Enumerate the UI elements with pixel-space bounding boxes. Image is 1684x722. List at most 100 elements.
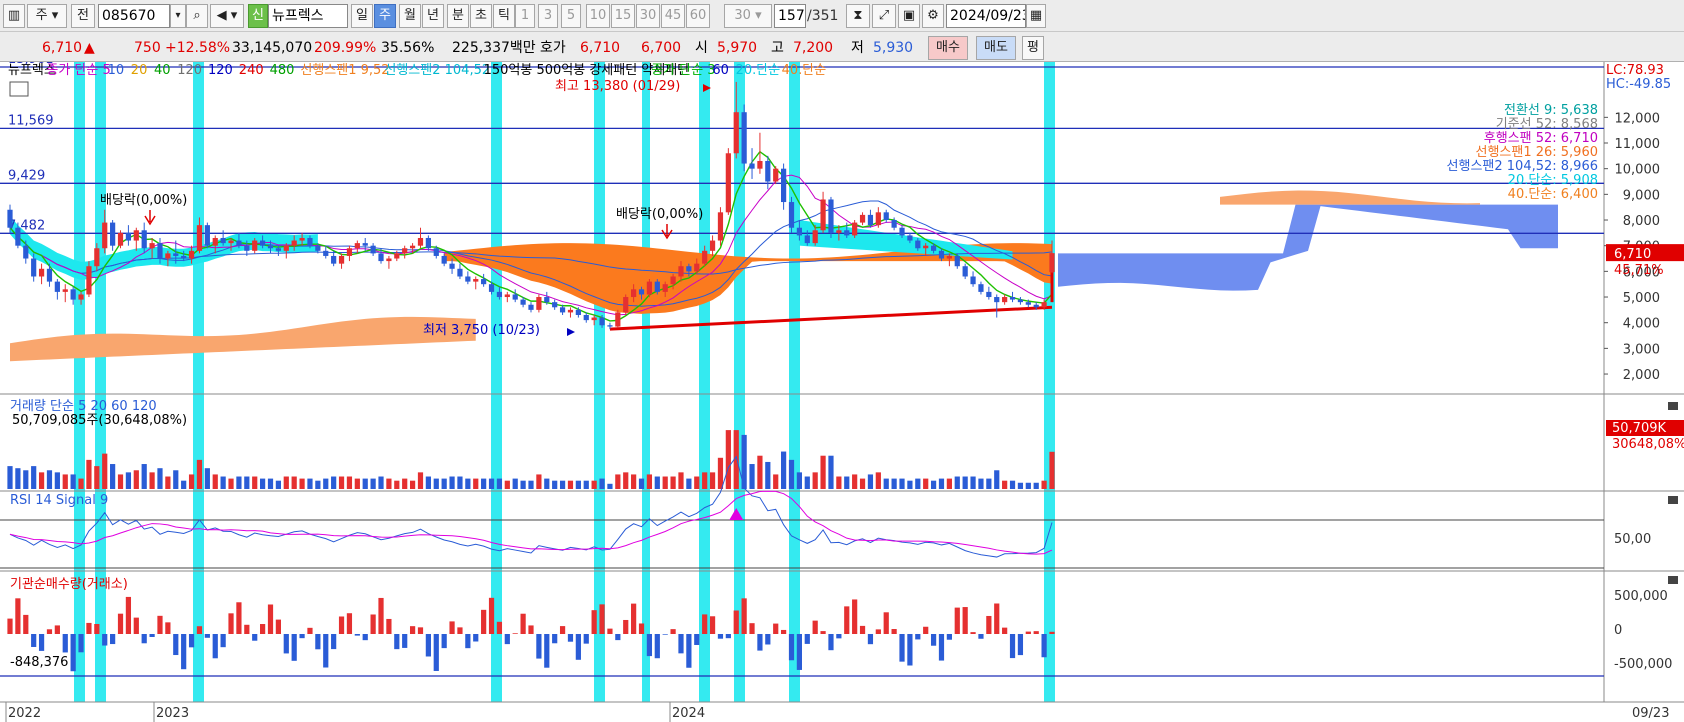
candle-body	[828, 199, 834, 233]
panel-close-icon[interactable]	[1668, 496, 1678, 504]
period-type-select[interactable]: 주 ▾	[27, 4, 67, 28]
stock-code-input[interactable]: 085670	[98, 4, 170, 28]
candle-body	[7, 209, 13, 228]
inst-bar	[749, 623, 755, 634]
count-input[interactable]: 157	[774, 4, 806, 28]
y-tick-label: 5,000	[1623, 291, 1660, 306]
volume-bar	[512, 478, 518, 489]
volume-bar	[46, 470, 53, 489]
period-tab-6[interactable]: 틱	[493, 4, 515, 28]
inst-bar	[899, 634, 905, 662]
save-icon[interactable]: ▣	[898, 4, 920, 28]
candle-body	[528, 304, 534, 310]
volume-bar	[7, 466, 13, 489]
inst-bar	[986, 615, 992, 634]
code-dropdown-icon[interactable]: ▾	[170, 4, 186, 28]
sell-button[interactable]: 매도	[976, 36, 1016, 60]
candle-body	[788, 202, 795, 228]
gear-icon[interactable]: ⚙	[922, 4, 944, 28]
inst-bar	[1025, 631, 1031, 634]
right-value-label: 후행스팬 52: 6,710	[1484, 130, 1598, 146]
period-tab-4[interactable]: 분	[447, 4, 469, 28]
highlight-band	[699, 62, 710, 702]
candle-body	[204, 225, 210, 246]
inst-bar	[449, 621, 455, 634]
interval-button-7[interactable]: 60	[686, 4, 710, 28]
inst-bar	[583, 634, 589, 644]
candle-body	[125, 232, 132, 241]
price-legend-item: 선행스팬1 9,52	[300, 62, 389, 78]
period-tab-2[interactable]: 월	[399, 4, 421, 28]
volume-bar	[417, 472, 424, 489]
y-tick-label: 2,000	[1623, 368, 1660, 383]
y-tick-label: 9,000	[1623, 188, 1660, 203]
inst-bar	[338, 616, 345, 634]
inst-bar	[46, 629, 53, 634]
period-tab-3[interactable]: 년	[422, 4, 444, 28]
volume-bar	[1033, 482, 1039, 489]
candle-body	[299, 237, 305, 241]
buy-button[interactable]: 매수	[928, 36, 968, 60]
candle-body	[370, 245, 376, 254]
interval-button-0[interactable]: 1	[515, 4, 535, 28]
inst-bar	[978, 634, 984, 639]
inst-bar	[441, 634, 447, 649]
period-tab-1[interactable]: 주	[374, 4, 396, 28]
candle-body	[362, 243, 368, 246]
speaker-icon[interactable]: ◀ ▾	[210, 4, 244, 28]
calendar-icon[interactable]: ▦	[1026, 4, 1046, 28]
panel-close-icon[interactable]	[1668, 402, 1678, 410]
inst-bar	[252, 634, 258, 641]
inst-bar	[283, 634, 289, 654]
panel-close-icon[interactable]	[1668, 576, 1678, 584]
period-tab-5[interactable]: 초	[470, 4, 492, 28]
trend-tool-icon[interactable]: ⤢	[872, 4, 896, 28]
inst-bar	[102, 634, 108, 646]
interval-button-3[interactable]: 10	[586, 4, 610, 28]
date-input[interactable]: 2024/09/23	[946, 4, 1026, 28]
search-icon[interactable]: ⌕	[186, 4, 208, 28]
volume-bar	[812, 472, 818, 489]
volume-bar	[204, 468, 210, 489]
new-badge: 신	[248, 4, 268, 28]
interval-button-4[interactable]: 15	[611, 4, 635, 28]
candle-body	[544, 297, 550, 303]
inst-bar	[765, 634, 771, 645]
prev-button[interactable]: 전	[71, 4, 95, 28]
inst-bar	[994, 603, 1000, 634]
interval-button-2[interactable]: 5	[561, 4, 581, 28]
interval-button-6[interactable]: 45	[661, 4, 685, 28]
inst-bar	[173, 634, 179, 656]
period-tab-0[interactable]: 일	[351, 4, 373, 28]
candle-body	[662, 284, 668, 292]
volume-bar	[552, 480, 558, 489]
highlight-band	[642, 62, 650, 702]
inst-bar	[741, 598, 747, 634]
volume-bar	[859, 478, 866, 489]
chart-menu-icon[interactable]: ▥	[3, 4, 25, 28]
candle-body	[110, 222, 116, 246]
volume-bar	[1049, 451, 1055, 489]
volume-bar	[930, 480, 937, 489]
inst-tick-label: 500,000	[1614, 589, 1668, 604]
volume-bar	[678, 472, 684, 489]
inst-bar	[299, 634, 305, 639]
inst-bar	[930, 634, 937, 646]
volume-bar	[110, 464, 116, 489]
price-legend-item: 120	[177, 63, 202, 78]
volume-bar	[788, 459, 795, 489]
price-legend-item: 선행스팬2 104,52	[384, 62, 490, 78]
right-value-label: 20.단순: 5,908	[1508, 173, 1598, 188]
candle-body	[212, 237, 218, 246]
interval-button-1[interactable]: 3	[538, 4, 558, 28]
interval-button-5[interactable]: 30	[636, 4, 660, 28]
volume-bar	[536, 474, 542, 489]
inst-bar	[1041, 634, 1047, 658]
inst-legend: 기관순매수량(거래소)	[10, 577, 128, 592]
interval-select[interactable]: 30 ▾	[724, 4, 772, 28]
candle-settings-icon[interactable]: ⧗	[846, 4, 870, 28]
volume-bar	[962, 476, 968, 489]
right-value-label: 기준선 52: 8,568	[1496, 117, 1598, 132]
candle-body	[978, 284, 984, 292]
eval-button[interactable]: 평	[1022, 36, 1044, 60]
